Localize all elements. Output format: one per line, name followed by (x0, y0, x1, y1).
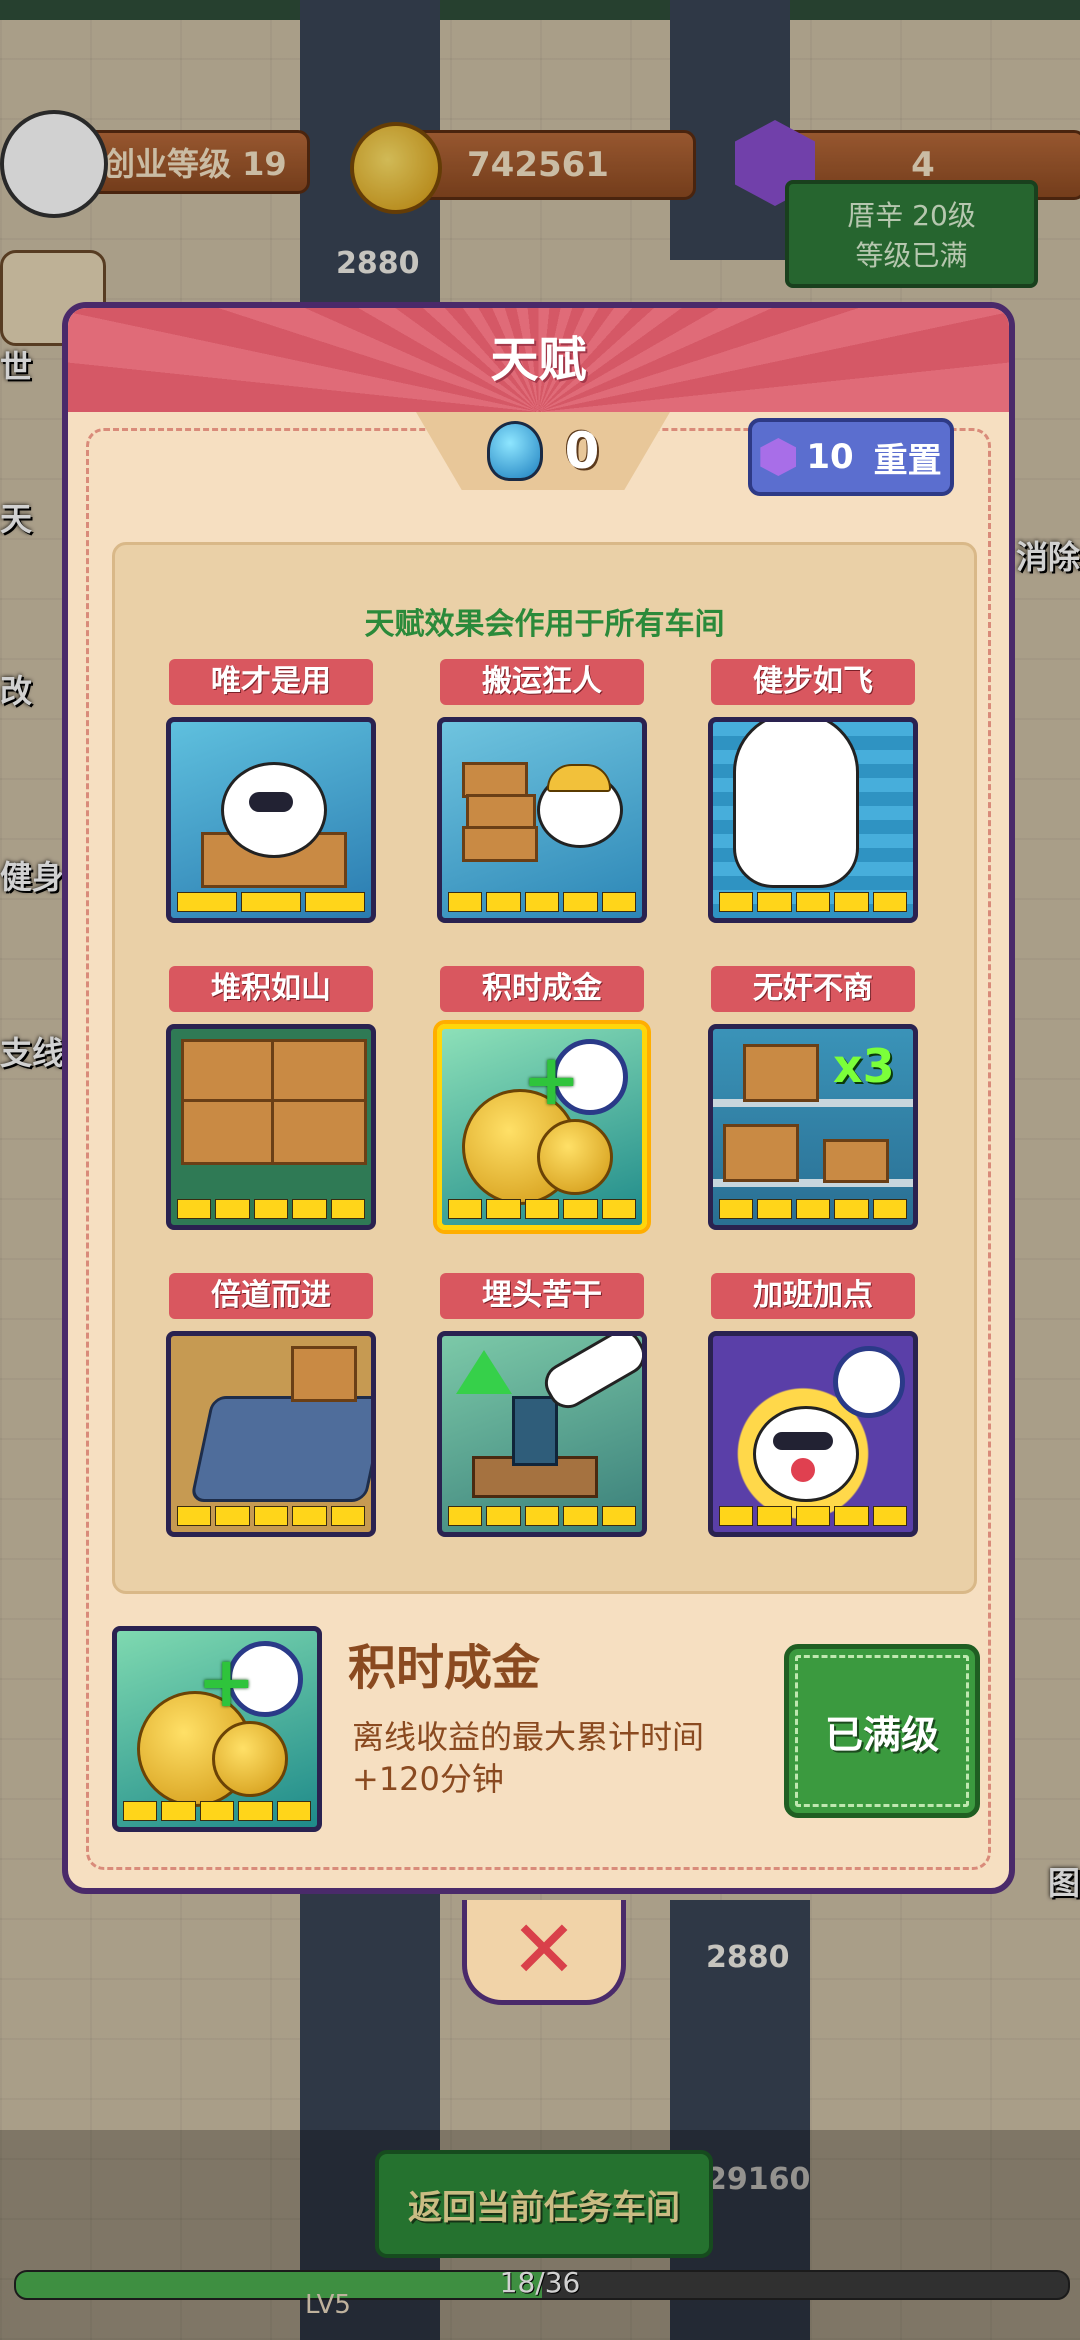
level-pip (834, 892, 869, 912)
talent-icon-hire (166, 717, 376, 923)
level-pip (524, 1199, 560, 1219)
talent-name: 堆积如山 (169, 966, 373, 1012)
level-pip (305, 892, 365, 912)
talent-name: 唯才是用 (169, 659, 373, 705)
level-pip (719, 1506, 754, 1526)
level-pip (563, 1199, 598, 1219)
level-pip (177, 1199, 212, 1219)
talent-icon-hard-work (437, 1331, 647, 1537)
reset-talents-button[interactable]: 10 重置 (748, 418, 954, 496)
talent-item[interactable]: 唯才是用 (166, 659, 376, 923)
selected-talent-name: 积时成金 (348, 1640, 541, 1696)
level-pip (330, 1506, 366, 1526)
talent-item[interactable]: 无奸不商 x3 (708, 966, 918, 1230)
selected-talent-icon: + (112, 1626, 322, 1832)
level-pip (601, 892, 637, 912)
talent-name: 无奸不商 (711, 966, 915, 1012)
reset-cost: 10 (806, 437, 854, 477)
level-pip (719, 892, 754, 912)
level-pip (330, 1199, 366, 1219)
level-pip (795, 892, 831, 912)
description-line: +120分钟 (352, 1760, 504, 1798)
talent-item[interactable]: 埋头苦干 (437, 1273, 647, 1537)
level-pip (292, 1506, 327, 1526)
close-icon: ✕ (510, 1903, 578, 1996)
max-level-button[interactable]: 已满级 (784, 1644, 980, 1818)
talent-item[interactable]: 健步如飞 (708, 659, 918, 923)
talent-icon-overtime (708, 1331, 918, 1537)
level-pip (253, 1199, 289, 1219)
level-pip (524, 892, 560, 912)
level-pip (215, 1506, 250, 1526)
level-pip (795, 1506, 831, 1526)
talent-points-value: 0 (564, 422, 600, 480)
level-pip (601, 1199, 637, 1219)
multiplier-badge: x3 (833, 1039, 895, 1093)
level-pip (177, 892, 237, 912)
level-pip (241, 892, 301, 912)
level-pip (448, 1506, 483, 1526)
talent-hint-text: 天赋效果会作用于所有车间 (364, 607, 725, 642)
level-pip (795, 1199, 831, 1219)
level-pip (757, 1506, 792, 1526)
talent-point-icon (486, 421, 543, 481)
level-pip (872, 892, 908, 912)
talent-name: 加班加点 (711, 1273, 915, 1319)
level-pip (238, 1801, 273, 1821)
level-pip (161, 1801, 196, 1821)
talent-grid: 天赋效果会作用于所有车间 唯才是用 搬运狂人 健步如飞 堆积如山 积时成金 + … (112, 542, 977, 1594)
level-pip (834, 1506, 869, 1526)
talent-item[interactable]: 搬运狂人 (437, 659, 647, 923)
talent-icon-conveyor (166, 1331, 376, 1537)
level-pip (292, 1199, 327, 1219)
level-pip (253, 1506, 289, 1526)
level-pip (215, 1199, 250, 1219)
dialog-title: 天赋 (490, 332, 587, 388)
level-pip (486, 1506, 521, 1526)
talent-name: 积时成金 (440, 966, 644, 1012)
level-pip (834, 1199, 869, 1219)
level-pip (448, 1199, 483, 1219)
level-pip (757, 892, 792, 912)
talent-dialog: 天赋 0 10 重置 天赋效果会作用于所有车间 唯才是用 搬运狂人 健步如飞 堆… (62, 302, 1015, 1894)
close-dialog-button[interactable]: ✕ (462, 1900, 626, 2005)
level-pip (486, 892, 521, 912)
level-pip (872, 1199, 908, 1219)
level-pip (524, 1506, 560, 1526)
level-pip (872, 1506, 908, 1526)
max-level-label: 已满级 (824, 1712, 939, 1757)
level-pip (448, 892, 483, 912)
level-pip (563, 1506, 598, 1526)
selected-talent-description: 离线收益的最大累计时间 +120分钟 (352, 1716, 752, 1800)
level-pip (486, 1199, 521, 1219)
level-pip (276, 1801, 312, 1821)
talent-item[interactable]: 加班加点 (708, 1273, 918, 1537)
talent-name: 倍道而进 (169, 1273, 373, 1319)
level-pip (177, 1506, 212, 1526)
talent-icon-speed (708, 717, 918, 923)
talent-icon-carrier (437, 717, 647, 923)
talent-item[interactable]: 倍道而进 (166, 1273, 376, 1537)
talent-icon-offline-gold: + (437, 1024, 647, 1230)
level-pip (601, 1506, 637, 1526)
level-pip (563, 892, 598, 912)
description-line: 离线收益的最大累计时间 (352, 1718, 705, 1756)
talent-icon-merchant: x3 (708, 1024, 918, 1230)
reset-label: 重置 (873, 440, 942, 481)
level-pip (199, 1801, 235, 1821)
talent-name: 埋头苦干 (440, 1273, 644, 1319)
level-pip (719, 1199, 754, 1219)
level-pip (757, 1199, 792, 1219)
talent-name: 健步如飞 (711, 659, 915, 705)
talent-item[interactable]: 积时成金 + (437, 966, 647, 1230)
talent-item[interactable]: 堆积如山 (166, 966, 376, 1230)
talent-icon-stack (166, 1024, 376, 1230)
gem-icon (760, 438, 797, 476)
talent-name: 搬运狂人 (440, 659, 644, 705)
level-pip (123, 1801, 158, 1821)
